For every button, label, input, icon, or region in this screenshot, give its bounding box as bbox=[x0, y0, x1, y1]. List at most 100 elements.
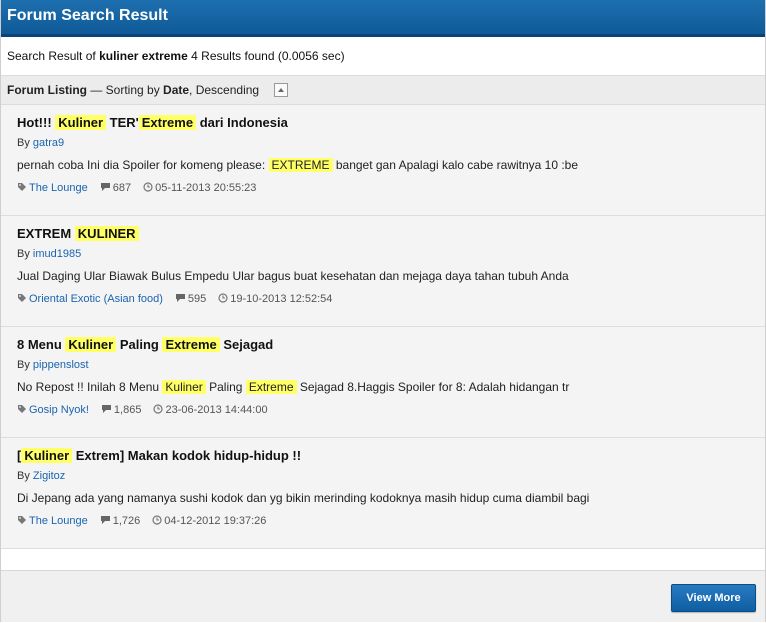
comment-icon bbox=[100, 516, 110, 524]
result-author-line: By Zigitoz bbox=[17, 470, 65, 482]
search-result-panel: Forum Search Result Search Result of kul… bbox=[0, 0, 766, 622]
forum-tag: Oriental Exotic (Asian food) bbox=[17, 293, 163, 305]
comment-icon bbox=[100, 183, 110, 191]
view-more-button[interactable]: View More bbox=[671, 584, 756, 612]
snippet-text: No Repost !! Inilah 8 Menu bbox=[17, 380, 163, 394]
clock-icon bbox=[218, 293, 228, 303]
forum-link[interactable]: Oriental Exotic (Asian food) bbox=[29, 293, 163, 305]
clock-icon bbox=[153, 404, 164, 414]
panel-header: Forum Search Result bbox=[1, 0, 765, 37]
post-date: 05-11-2013 20:55:23 bbox=[143, 182, 256, 194]
summary-prefix: Search Result of bbox=[7, 49, 96, 63]
reply-count: 595 bbox=[175, 293, 206, 305]
post-date: 19-10-2013 12:52:54 bbox=[218, 293, 332, 305]
search-result-item: EXTREM KULINER By imud1985 Jual Daging Ula… bbox=[1, 216, 765, 327]
result-title-link[interactable]: EXTREM KULINER bbox=[17, 226, 139, 241]
title-text: TER' bbox=[106, 115, 139, 130]
result-author-line: By imud1985 bbox=[17, 248, 81, 260]
reply-count-value: 1,726 bbox=[112, 515, 141, 527]
highlighted-keyword: Kuliner bbox=[65, 337, 117, 352]
highlighted-keyword: Kuliner bbox=[55, 115, 107, 130]
author-link[interactable]: imud1985 bbox=[33, 248, 81, 260]
forum-tag: Gosip Nyok! bbox=[17, 404, 89, 416]
tag-icon bbox=[18, 183, 26, 191]
title-text: 8 Menu bbox=[17, 337, 66, 352]
snippet-text: banget gan Apalagi kalo cabe rawitnya 10… bbox=[332, 158, 579, 172]
result-meta: The Lounge 687 05-11-2013 20:55:23 bbox=[17, 182, 268, 194]
forum-link[interactable]: The Lounge bbox=[29, 515, 88, 527]
result-title-link[interactable]: Hot!!! Kuliner TER' Extreme dari Indonesi… bbox=[17, 115, 288, 130]
result-snippet: pernah coba Ini dia Spoiler for komeng p… bbox=[17, 158, 578, 172]
by-label: By bbox=[17, 359, 30, 371]
reply-count: 1,726 bbox=[100, 515, 141, 527]
clock-icon bbox=[152, 515, 162, 525]
highlighted-keyword: EXTREME bbox=[268, 158, 333, 172]
author-link[interactable]: gatra9 bbox=[33, 137, 64, 149]
search-result-item: 8 Menu Kuliner Paling Extreme Sejagad By … bbox=[1, 327, 765, 438]
search-summary: Search Result of kuliner extreme 4 Resul… bbox=[1, 37, 765, 76]
forum-listing-bar: Forum Listing — Sorting by Date, Descend… bbox=[1, 76, 765, 105]
reply-count-value: 595 bbox=[187, 293, 207, 305]
highlighted-keyword: Extreme bbox=[138, 115, 197, 130]
reply-count-value: 687 bbox=[112, 182, 132, 194]
result-meta: The Lounge 1,726 04-12-2012 19:37:26 bbox=[17, 515, 278, 527]
result-meta: Oriental Exotic (Asian food) 595 19-10-201… bbox=[17, 293, 344, 305]
post-date-value: 04-12-2012 19:37:26 bbox=[164, 515, 267, 527]
post-date: 23-06-2013 14:44:00 bbox=[153, 404, 268, 416]
reply-count-value: 1,865 bbox=[113, 404, 142, 416]
title-text: Hot!!! bbox=[17, 115, 56, 130]
result-author-line: By gatra9 bbox=[17, 137, 64, 149]
listing-sort-field[interactable]: Date bbox=[163, 83, 189, 97]
panel-title: Forum Search Result bbox=[7, 7, 168, 24]
footer-bar: View More bbox=[1, 570, 765, 622]
forum-link[interactable]: The Lounge bbox=[29, 182, 88, 194]
result-title-link[interactable]: 8 Menu Kuliner Paling Extreme Sejagad bbox=[17, 337, 273, 352]
snippet-text: pernah coba Ini dia Spoiler for komeng p… bbox=[17, 158, 269, 172]
results-list: Hot!!! Kuliner TER' Extreme dari Indonesi… bbox=[1, 105, 765, 549]
highlighted-keyword: Extreme bbox=[162, 337, 220, 352]
collapse-toggle-button[interactable] bbox=[274, 82, 289, 97]
result-count: 4 bbox=[191, 49, 198, 63]
collapse-arrow-icon bbox=[278, 87, 285, 92]
clock-icon bbox=[143, 182, 153, 192]
result-title-link[interactable]: [Kuliner Extrem] Makan kodok hidup-hidup… bbox=[17, 448, 301, 463]
highlighted-keyword: KULINER bbox=[74, 226, 139, 241]
snippet-text: Jual Daging Ular Biawak Bulus Empedu Ula… bbox=[17, 269, 569, 283]
author-link[interactable]: Zigitoz bbox=[33, 470, 65, 482]
post-date: 04-12-2012 19:37:26 bbox=[152, 515, 266, 527]
comment-icon bbox=[101, 405, 111, 413]
snippet-text: Di Jepang ada yang namanya sushi kodok d… bbox=[17, 491, 590, 505]
snippet-text: Paling bbox=[205, 380, 246, 394]
reply-count: 687 bbox=[100, 182, 131, 194]
tag-icon bbox=[18, 405, 26, 413]
tag-icon bbox=[18, 294, 26, 302]
forum-link[interactable]: Gosip Nyok! bbox=[29, 404, 89, 416]
search-query: kuliner extreme bbox=[99, 49, 188, 63]
title-text: Paling bbox=[116, 337, 163, 352]
by-label: By bbox=[17, 137, 30, 149]
tag-icon bbox=[18, 516, 26, 524]
author-link[interactable]: pippenslost bbox=[33, 359, 89, 371]
snippet-text: Sejagad 8.Haggis Spoiler for 8: Adalah h… bbox=[296, 380, 570, 394]
result-snippet: Jual Daging Ular Biawak Bulus Empedu Ula… bbox=[17, 269, 569, 283]
by-label: By bbox=[17, 470, 30, 482]
listing-sort-order: , Descending bbox=[189, 83, 260, 97]
summary-suffix: Results found (0.0056 sec) bbox=[201, 49, 345, 63]
post-date-value: 19-10-2013 12:52:54 bbox=[230, 293, 333, 305]
highlighted-keyword: Kuliner bbox=[21, 448, 73, 463]
result-snippet: Di Jepang ada yang namanya sushi kodok d… bbox=[17, 491, 589, 505]
result-author-line: By pippenslost bbox=[17, 359, 89, 371]
result-snippet: No Repost !! Inilah 8 Menu Kuliner Palin… bbox=[17, 380, 569, 394]
listing-sort-label: — Sorting by bbox=[87, 83, 164, 97]
forum-tag: The Lounge bbox=[17, 515, 88, 527]
footer-area: View More bbox=[1, 550, 765, 622]
title-text: dari Indonesia bbox=[196, 115, 288, 130]
search-result-item: Hot!!! Kuliner TER' Extreme dari Indonesi… bbox=[1, 105, 765, 216]
highlighted-keyword: Kuliner bbox=[162, 380, 206, 394]
post-date-value: 05-11-2013 20:55:23 bbox=[155, 182, 257, 194]
search-result-item: [Kuliner Extrem] Makan kodok hidup-hidup… bbox=[1, 438, 765, 549]
title-text: EXTREM bbox=[17, 226, 75, 241]
result-meta: Gosip Nyok! 1,865 23-06-2013 14:44:00 bbox=[17, 404, 280, 416]
highlighted-keyword: Extreme bbox=[245, 380, 297, 394]
post-date-value: 23-06-2013 14:44:00 bbox=[165, 404, 268, 416]
